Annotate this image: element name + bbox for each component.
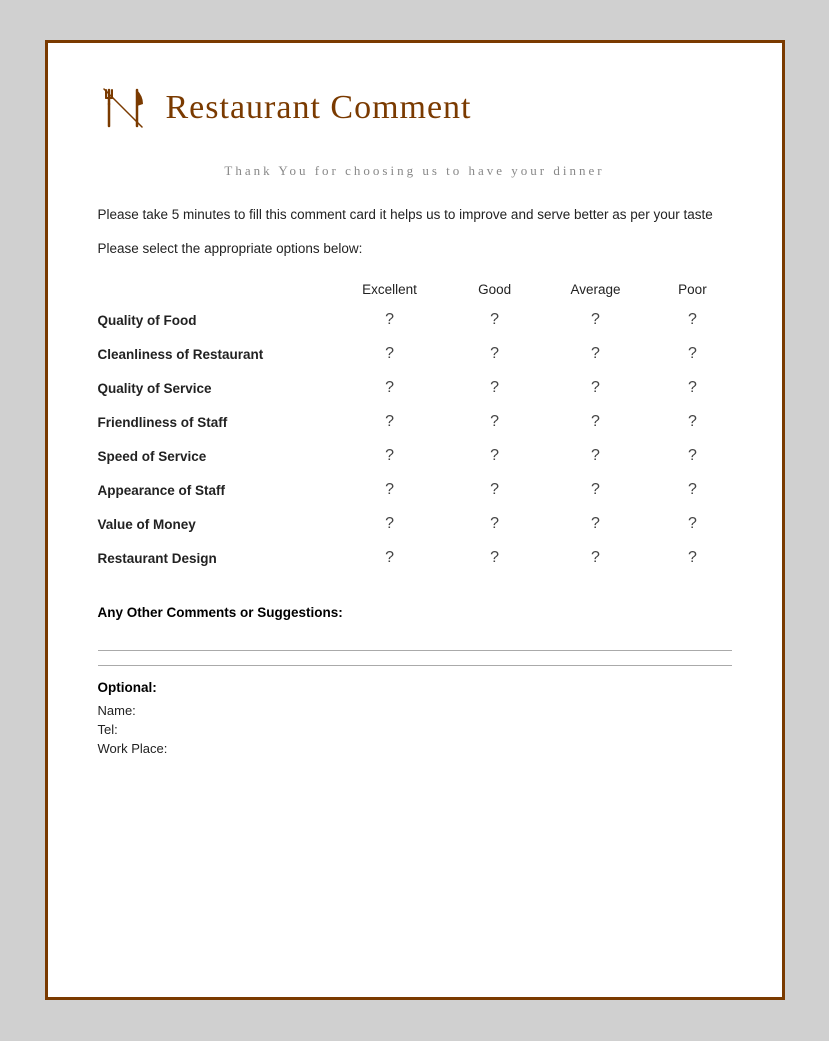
row-label: Value of Money bbox=[98, 507, 328, 541]
comment-line-2 bbox=[98, 665, 732, 666]
table-row: Friendliness of Staff ? ? ? ? bbox=[98, 405, 732, 439]
row-good[interactable]: ? bbox=[452, 371, 538, 405]
table-row: Appearance of Staff ? ? ? ? bbox=[98, 473, 732, 507]
row-good[interactable]: ? bbox=[452, 507, 538, 541]
restaurant-icon bbox=[98, 83, 148, 133]
col-label bbox=[98, 276, 328, 303]
description-text: Please take 5 minutes to fill this comme… bbox=[98, 204, 732, 226]
row-excellent[interactable]: ? bbox=[328, 337, 452, 371]
row-average[interactable]: ? bbox=[538, 439, 654, 473]
table-row: Restaurant Design ? ? ? ? bbox=[98, 541, 732, 575]
row-good[interactable]: ? bbox=[452, 303, 538, 337]
row-good[interactable]: ? bbox=[452, 473, 538, 507]
table-row: Quality of Food ? ? ? ? bbox=[98, 303, 732, 337]
row-good[interactable]: ? bbox=[452, 337, 538, 371]
table-row: Cleanliness of Restaurant ? ? ? ? bbox=[98, 337, 732, 371]
row-poor[interactable]: ? bbox=[653, 303, 731, 337]
comments-section: Any Other Comments or Suggestions: bbox=[98, 605, 732, 666]
optional-field: Work Place: bbox=[98, 741, 732, 756]
row-excellent[interactable]: ? bbox=[328, 473, 452, 507]
page-container: Restaurant Comment Thank You for choosin… bbox=[45, 40, 785, 1000]
row-poor[interactable]: ? bbox=[653, 405, 731, 439]
instructions-text: Please select the appropriate options be… bbox=[98, 241, 732, 256]
row-good[interactable]: ? bbox=[452, 405, 538, 439]
comments-label: Any Other Comments or Suggestions: bbox=[98, 605, 732, 620]
row-poor[interactable]: ? bbox=[653, 507, 731, 541]
row-good[interactable]: ? bbox=[452, 439, 538, 473]
row-average[interactable]: ? bbox=[538, 303, 654, 337]
row-excellent[interactable]: ? bbox=[328, 507, 452, 541]
col-poor: Poor bbox=[653, 276, 731, 303]
thank-you-text: Thank You for choosing us to have your d… bbox=[98, 161, 732, 182]
optional-title: Optional: bbox=[98, 680, 732, 695]
header: Restaurant Comment bbox=[98, 83, 732, 133]
col-good: Good bbox=[452, 276, 538, 303]
row-poor[interactable]: ? bbox=[653, 371, 731, 405]
col-average: Average bbox=[538, 276, 654, 303]
row-poor[interactable]: ? bbox=[653, 473, 731, 507]
row-good[interactable]: ? bbox=[452, 541, 538, 575]
row-label: Appearance of Staff bbox=[98, 473, 328, 507]
row-average[interactable]: ? bbox=[538, 371, 654, 405]
row-excellent[interactable]: ? bbox=[328, 541, 452, 575]
page-title: Restaurant Comment bbox=[166, 89, 472, 127]
row-label: Quality of Food bbox=[98, 303, 328, 337]
rating-table: Excellent Good Average Poor Quality of F… bbox=[98, 276, 732, 575]
row-average[interactable]: ? bbox=[538, 405, 654, 439]
row-average[interactable]: ? bbox=[538, 337, 654, 371]
row-poor[interactable]: ? bbox=[653, 439, 731, 473]
row-label: Speed of Service bbox=[98, 439, 328, 473]
row-excellent[interactable]: ? bbox=[328, 439, 452, 473]
optional-field: Name: bbox=[98, 703, 732, 718]
row-average[interactable]: ? bbox=[538, 507, 654, 541]
row-average[interactable]: ? bbox=[538, 541, 654, 575]
row-label: Quality of Service bbox=[98, 371, 328, 405]
table-row: Speed of Service ? ? ? ? bbox=[98, 439, 732, 473]
comment-line-1 bbox=[98, 650, 732, 651]
row-excellent[interactable]: ? bbox=[328, 405, 452, 439]
row-poor[interactable]: ? bbox=[653, 337, 731, 371]
row-label: Cleanliness of Restaurant bbox=[98, 337, 328, 371]
row-excellent[interactable]: ? bbox=[328, 371, 452, 405]
optional-field: Tel: bbox=[98, 722, 732, 737]
row-label: Restaurant Design bbox=[98, 541, 328, 575]
row-poor[interactable]: ? bbox=[653, 541, 731, 575]
optional-section: Optional: Name: Tel: Work Place: bbox=[98, 680, 732, 756]
row-excellent[interactable]: ? bbox=[328, 303, 452, 337]
row-label: Friendliness of Staff bbox=[98, 405, 328, 439]
row-average[interactable]: ? bbox=[538, 473, 654, 507]
table-row: Value of Money ? ? ? ? bbox=[98, 507, 732, 541]
col-excellent: Excellent bbox=[328, 276, 452, 303]
table-row: Quality of Service ? ? ? ? bbox=[98, 371, 732, 405]
